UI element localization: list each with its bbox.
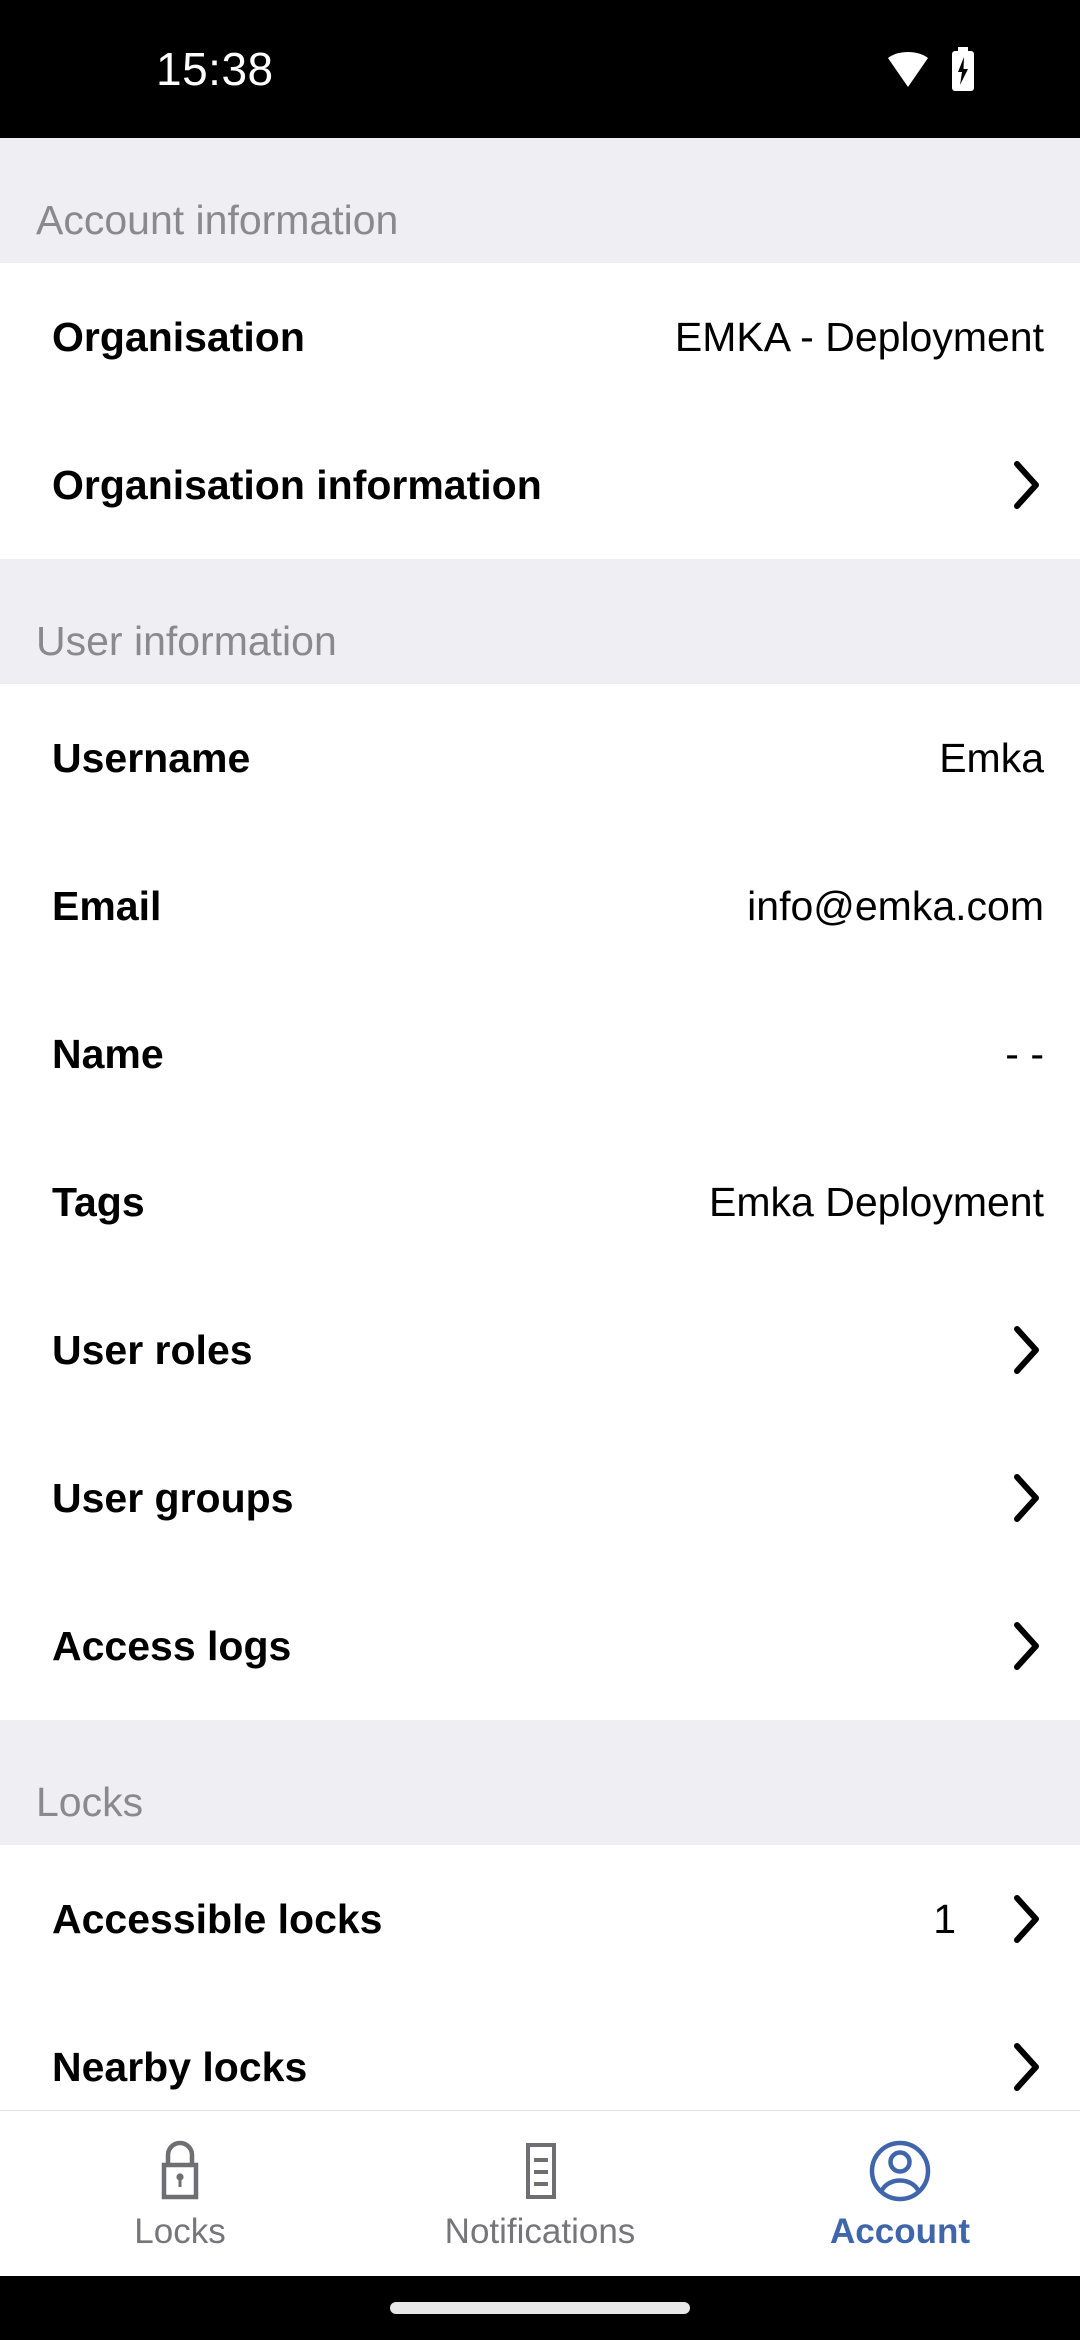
section-rows-user-information: Username Emka Email info@emka.com Name -… [0, 684, 1080, 1720]
section-header-account-information: Account information [0, 138, 1080, 263]
section-header-locks: Locks [0, 1720, 1080, 1845]
row-access-logs[interactable]: Access logs [0, 1572, 1080, 1720]
row-nearby-locks[interactable]: Nearby locks [0, 1993, 1080, 2110]
tab-label: Locks [134, 2212, 226, 2251]
row-label: User roles [52, 1326, 253, 1373]
notification-list-icon [512, 2138, 568, 2204]
chevron-right-icon [1010, 1472, 1044, 1524]
row-label: Nearby locks [52, 2043, 308, 2090]
row-username[interactable]: Username Emka [0, 684, 1080, 832]
row-label: Name [52, 1030, 164, 1077]
section-rows-account-information: Organisation EMKA - Deployment Organisat… [0, 263, 1080, 559]
row-label: User groups [52, 1474, 294, 1521]
row-organisation[interactable]: Organisation EMKA - Deployment [0, 263, 1080, 411]
chevron-right-icon [1010, 459, 1044, 511]
tab-account[interactable]: Account [720, 2111, 1080, 2276]
wifi-icon [886, 49, 930, 89]
row-organisation-information[interactable]: Organisation information [0, 411, 1080, 559]
row-accessible-locks[interactable]: Accessible locks 1 [0, 1845, 1080, 1993]
settings-list[interactable]: Account information Organisation EMKA - … [0, 138, 1080, 2110]
row-value: Emka [939, 734, 1044, 781]
row-label: Access logs [52, 1622, 292, 1669]
row-label: Email [52, 882, 162, 929]
row-label: Organisation information [52, 461, 542, 508]
tab-label: Account [830, 2212, 970, 2251]
bottom-tab-bar: Locks Notifications Account [0, 2110, 1080, 2276]
row-name[interactable]: Name - - [0, 980, 1080, 1128]
row-tags[interactable]: Tags Emka Deployment [0, 1128, 1080, 1276]
gesture-navigation-bar [0, 2276, 1080, 2340]
row-value: info@emka.com [747, 882, 1044, 929]
row-label: Tags [52, 1178, 145, 1225]
account-avatar-icon [868, 2138, 932, 2204]
row-value: - - [1005, 1030, 1044, 1077]
status-bar-icons [886, 47, 1028, 91]
chevron-right-icon [1010, 1893, 1044, 1945]
battery-charging-icon [950, 47, 976, 91]
row-email[interactable]: Email info@emka.com [0, 832, 1080, 980]
row-label: Accessible locks [52, 1895, 383, 1942]
tab-locks[interactable]: Locks [0, 2111, 360, 2276]
row-label: Organisation [52, 313, 305, 360]
home-indicator[interactable] [390, 2302, 690, 2314]
padlock-icon [152, 2138, 208, 2204]
row-user-groups[interactable]: User groups [0, 1424, 1080, 1572]
chevron-right-icon [1010, 2041, 1044, 2093]
row-label: Username [52, 734, 251, 781]
row-value: Emka Deployment [709, 1178, 1044, 1225]
tab-label: Notifications [444, 2212, 636, 2251]
tab-notifications[interactable]: Notifications [360, 2111, 720, 2276]
chevron-right-icon [1010, 1620, 1044, 1672]
chevron-right-icon [1010, 1324, 1044, 1376]
section-rows-locks: Accessible locks 1 Nearby locks [0, 1845, 1080, 2110]
section-header-user-information: User information [0, 559, 1080, 684]
app-screen: 15:38 Account information Organisation E… [0, 0, 1080, 2340]
status-bar-clock: 15:38 [156, 43, 274, 95]
accessible-locks-count: 1 [933, 1895, 956, 1942]
status-bar: 15:38 [0, 0, 1080, 138]
row-user-roles[interactable]: User roles [0, 1276, 1080, 1424]
row-value: EMKA - Deployment [674, 313, 1044, 360]
